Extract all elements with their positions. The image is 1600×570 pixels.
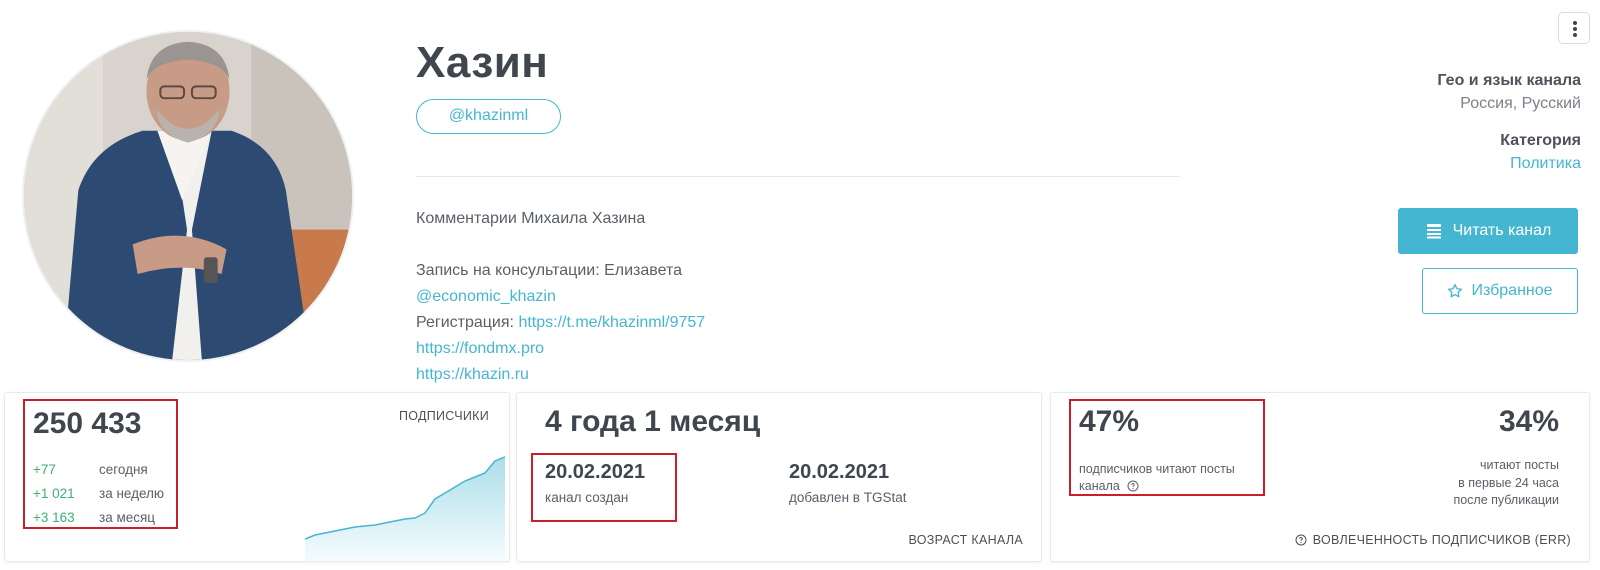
contact-link[interactable]: @economic_khazin (416, 288, 556, 305)
engagement-card: 47% подписчиков читают посты канала 34% … (1050, 392, 1590, 562)
first24-percent: 34% (1498, 405, 1559, 438)
star-icon (1448, 284, 1463, 298)
help-circle-icon[interactable] (1295, 534, 1307, 546)
website-link-khazin[interactable]: https://khazin.ru (416, 366, 529, 383)
highlight-box (23, 399, 178, 529)
subscribers-label: подписчики (398, 409, 489, 423)
category-label: Категория (1500, 132, 1581, 149)
registration-link[interactable]: https://t.me/khazinml/9757 (518, 314, 705, 331)
registration-label: Регистрация: (416, 314, 514, 331)
more-options-button[interactable] (1558, 12, 1590, 44)
highlight-box (1069, 399, 1265, 496)
engagement-footer: вовлеченность подписчиков (ERR) (1295, 533, 1571, 547)
geo-value: Россия, Русский (1460, 95, 1581, 112)
geo-language-block: Гео и язык канала Россия, Русский (1437, 72, 1581, 113)
subscribers-card: 250 433 подписчики +77 сегодня +1 021 за… (4, 392, 510, 562)
highlight-box (531, 453, 677, 522)
description-line: Комментарии Михаила Хазина (416, 210, 646, 227)
first24-label-line: читают посты (1479, 458, 1559, 472)
channel-username-link[interactable]: @khazinml (416, 99, 561, 134)
first24-label-line: после публикации (1453, 493, 1559, 507)
channel-age-footer: возраст канала (908, 533, 1023, 547)
subscribers-sparkline (305, 456, 505, 561)
category-link[interactable]: Политика (1500, 155, 1581, 173)
channel-age-value: 4 года 1 месяц (545, 405, 761, 438)
first24-label: читают посты в первые 24 часа после публ… (1453, 457, 1559, 510)
channel-description: Комментарии Михаила Хазина Запись на кон… (416, 206, 705, 388)
category-block: Категория Политика (1500, 132, 1581, 173)
description-line: Запись на консультации: Елизавета (416, 262, 682, 279)
added-label: добавлен в TGStat (789, 490, 907, 505)
added-date: 20.02.2021 (789, 461, 890, 483)
favorite-button[interactable]: Избранное (1422, 268, 1578, 314)
favorite-label: Избранное (1471, 282, 1553, 299)
divider (416, 176, 1180, 177)
channel-title: Хазин (416, 38, 549, 87)
list-icon (1426, 224, 1441, 239)
first24-label-line: в первые 24 часа (1458, 475, 1559, 490)
channel-age-card: 4 года 1 месяц 20.02.2021 канал создан 2… (516, 392, 1042, 562)
avatar-photo (24, 32, 352, 360)
channel-avatar (22, 30, 354, 362)
engagement-footer-label: вовлеченность подписчиков (ERR) (1312, 533, 1571, 547)
read-channel-label: Читать канал (1452, 222, 1552, 239)
added-block: 20.02.2021 добавлен в TGStat (789, 461, 906, 505)
geo-label: Гео и язык канала (1437, 72, 1581, 89)
read-channel-button[interactable]: Читать канал (1398, 208, 1578, 254)
website-link-fondmx[interactable]: https://fondmx.pro (416, 340, 544, 357)
